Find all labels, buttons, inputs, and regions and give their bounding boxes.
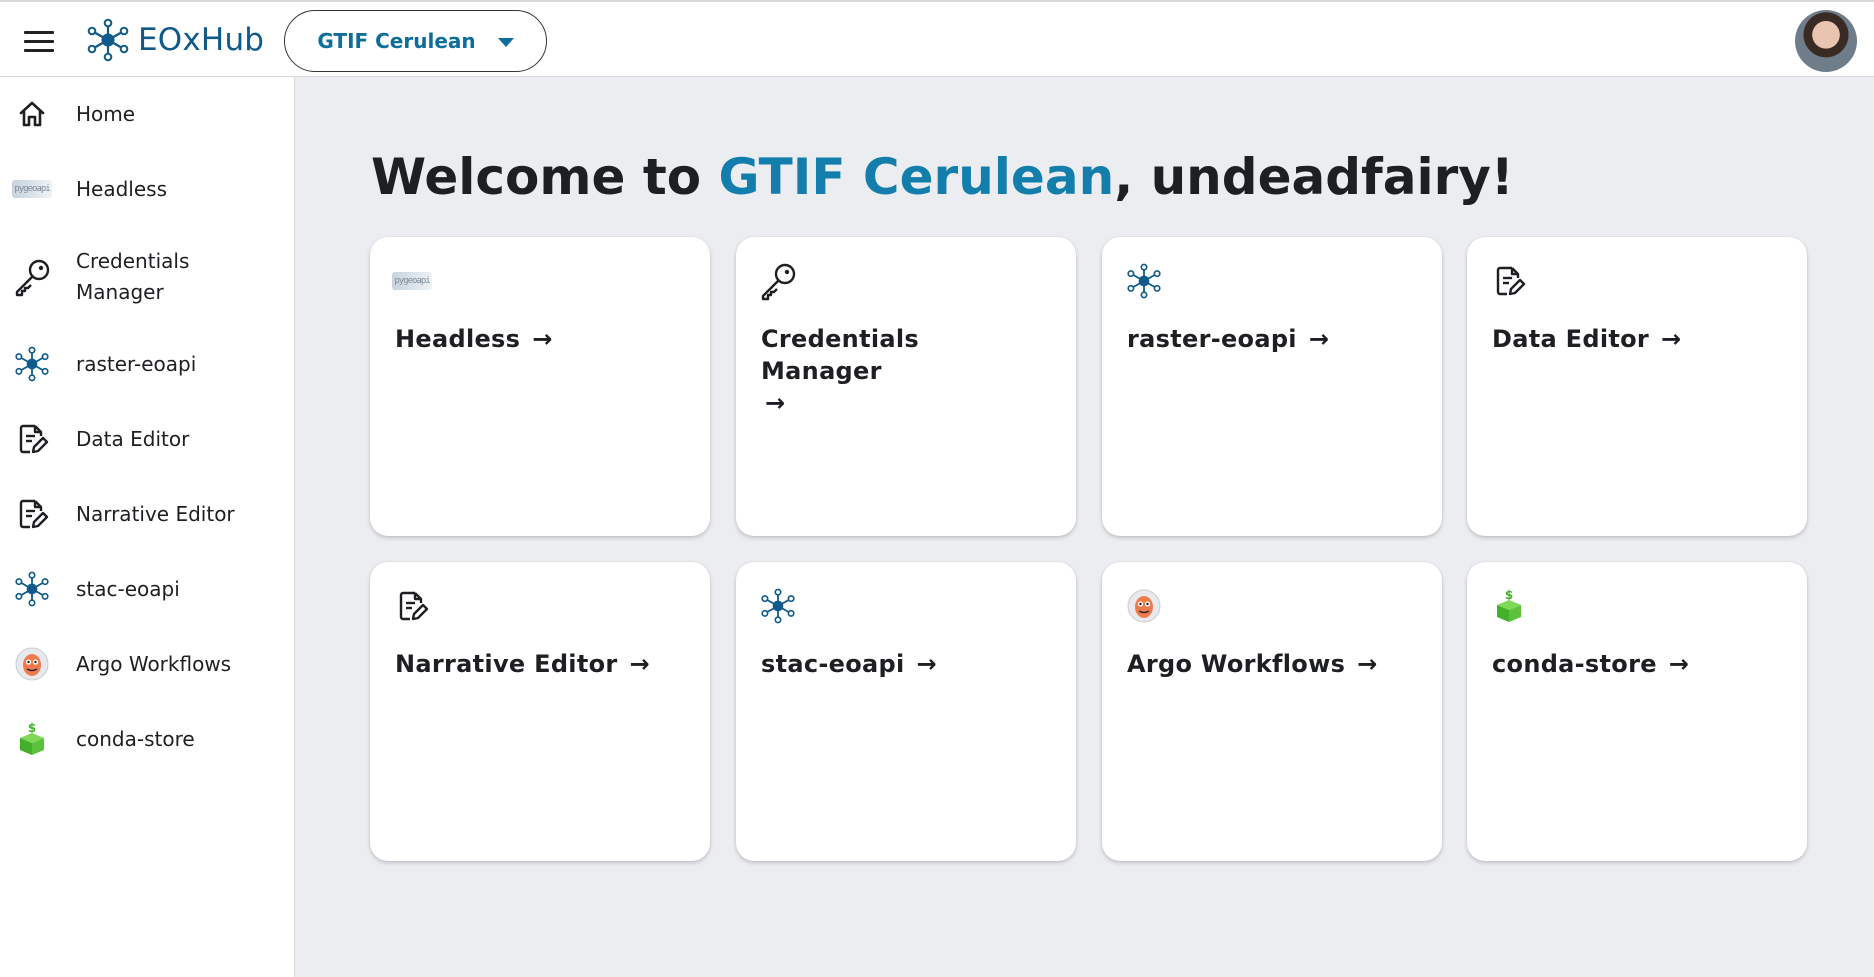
conda-store-icon: $ [1489, 586, 1529, 626]
arrow-right-icon: → [629, 650, 650, 678]
card-title-text: Headless [395, 325, 521, 353]
headless-logo-icon: pygeoapi [392, 261, 432, 301]
app-card-raster-eoapi[interactable]: raster-eoapi → [1102, 237, 1442, 536]
card-title: Headless → [395, 323, 695, 355]
network-node-icon [1124, 261, 1164, 301]
document-edit-icon [392, 586, 432, 626]
sidebar-item-stac-eoapi[interactable]: stac-eoapi [0, 569, 294, 609]
user-avatar[interactable] [1795, 10, 1857, 72]
key-icon [758, 261, 798, 301]
argo-octopus-icon [1124, 586, 1164, 626]
card-title-text: Narrative Editor [395, 650, 618, 678]
app-card-conda-store[interactable]: $ conda-store → [1467, 562, 1807, 861]
arrow-right-icon: → [1357, 650, 1378, 678]
sidebar-item-home[interactable]: Home [0, 94, 294, 134]
sidebar-item-conda-store[interactable]: $ conda-store [0, 719, 294, 759]
card-title-text: conda-store [1492, 650, 1657, 678]
caret-down-icon [497, 38, 514, 47]
svg-text:$: $ [1505, 588, 1513, 602]
key-icon [12, 257, 52, 297]
sidebar-item-label: Narrative Editor [76, 501, 235, 526]
app-card-stac-eoapi[interactable]: stac-eoapi → [736, 562, 1076, 861]
arrow-right-icon: → [1661, 325, 1682, 353]
app-card-argo-workflows[interactable]: Argo Workflows → [1102, 562, 1442, 861]
app-card-headless[interactable]: pygeoapi Headless → [370, 237, 710, 536]
document-edit-icon [1489, 261, 1529, 301]
menu-icon[interactable] [18, 26, 60, 56]
sidebar-item-data-editor[interactable]: Data Editor [0, 419, 294, 459]
conda-store-icon: $ [12, 719, 52, 759]
brand-name: EOxHub [138, 22, 265, 58]
sidebar-item-narrative-editor[interactable]: Narrative Editor [0, 494, 294, 534]
welcome-prefix: Welcome to [371, 148, 719, 206]
card-title: conda-store → [1492, 648, 1792, 680]
card-title-text: raster-eoapi [1127, 325, 1297, 353]
arrow-right-icon: → [1668, 650, 1690, 678]
brand-logo[interactable]: EOxHub [86, 16, 264, 64]
card-title: Narrative Editor → [395, 648, 695, 680]
welcome-space-name: GTIF Cerulean [718, 148, 1115, 206]
document-edit-icon [12, 419, 52, 459]
card-title: Data Editor → [1492, 323, 1792, 355]
sidebar-item-argo-workflows[interactable]: Argo Workflows [0, 644, 294, 684]
sidebar-item-headless[interactable]: pygeoapi Headless [0, 169, 294, 209]
top-app-bar: EOxHub GTIF Cerulean [0, 0, 1874, 77]
card-title: Credentials Manager → [761, 323, 1041, 419]
space-selector-label: GTIF Cerulean [317, 29, 476, 53]
card-title-text: Credentials Manager [761, 325, 919, 385]
sidebar-item-label: raster-eoapi [76, 351, 197, 376]
document-edit-icon [12, 494, 52, 534]
sidebar-item-raster-eoapi[interactable]: raster-eoapi [0, 344, 294, 384]
welcome-heading: Welcome to GTIF Cerulean, undeadfairy! [371, 148, 1514, 206]
sidebar-item-label: Credentials Manager [76, 249, 190, 304]
card-title: raster-eoapi → [1127, 323, 1427, 355]
card-title-text: Argo Workflows [1127, 650, 1346, 678]
arrow-right-icon: → [1308, 325, 1330, 353]
app-card-credentials-manager[interactable]: Credentials Manager → [736, 237, 1076, 536]
card-title-text: stac-eoapi [761, 650, 905, 678]
arrow-right-icon: → [916, 650, 937, 678]
sidebar-item-credentials-manager[interactable]: Credentials Manager [0, 245, 294, 309]
network-node-icon [87, 18, 129, 62]
arrow-right-icon: → [532, 325, 553, 353]
welcome-suffix: , undeadfairy! [1114, 148, 1514, 206]
sidebar-nav: Home pygeoapi Headless Credentials Manag… [0, 77, 295, 977]
app-card-data-editor[interactable]: Data Editor → [1467, 237, 1807, 536]
arrow-right-icon: → [765, 389, 786, 417]
card-title: Argo Workflows → [1127, 648, 1427, 680]
card-title: stac-eoapi → [761, 648, 1061, 680]
sidebar-item-label: Headless [76, 176, 167, 201]
network-node-icon [758, 586, 798, 626]
network-node-icon [12, 344, 52, 384]
space-selector[interactable]: GTIF Cerulean [284, 10, 547, 72]
sidebar-item-label: conda-store [76, 726, 195, 751]
sidebar-item-label: Data Editor [76, 426, 190, 451]
sidebar-item-label: Argo Workflows [76, 651, 232, 676]
app-card-narrative-editor[interactable]: Narrative Editor → [370, 562, 710, 861]
sidebar-item-label: Home [76, 101, 136, 126]
svg-text:$: $ [28, 721, 36, 735]
headless-logo-icon: pygeoapi [12, 169, 52, 209]
home-icon [12, 94, 52, 134]
card-title-text: Data Editor [1492, 325, 1650, 353]
network-node-icon [12, 569, 52, 609]
sidebar-item-label: stac-eoapi [76, 576, 180, 601]
argo-octopus-icon [12, 644, 52, 684]
